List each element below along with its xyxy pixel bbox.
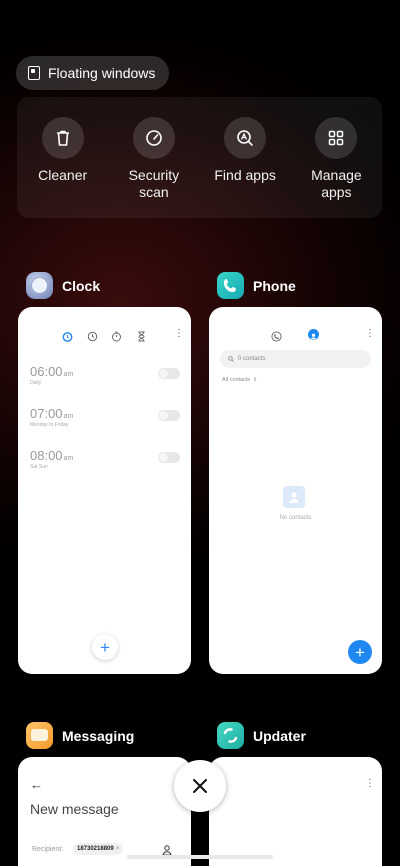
add-contact-button[interactable]: +: [348, 640, 372, 664]
alarm-item[interactable]: 06:00am Daily: [30, 364, 180, 386]
alarm-item[interactable]: 07:00am Monday to Friday: [30, 406, 180, 428]
alarm-toggle[interactable]: [158, 452, 180, 463]
alarm-item[interactable]: 08:00am Sat Sun: [30, 448, 180, 470]
updater-app-icon: [217, 722, 244, 749]
search-icon: [228, 356, 234, 362]
new-message-title: New message: [30, 801, 119, 817]
world-clock-tab-icon[interactable]: [87, 329, 98, 347]
manage-apps-label: Manage apps: [311, 167, 362, 200]
contacts-search-input[interactable]: 0 contacts: [220, 350, 371, 368]
alarm-ampm: am: [63, 413, 74, 420]
search-apps-icon: [224, 117, 267, 159]
empty-contacts-icon: [283, 486, 305, 508]
phone-app-header[interactable]: Phone: [217, 272, 296, 299]
find-apps-label: Find apps: [214, 167, 276, 183]
cleaner-label: Cleaner: [38, 167, 88, 183]
security-scan-button[interactable]: Security scan: [108, 97, 199, 218]
alarm-time: 08:00: [30, 448, 63, 463]
filter-label: All contacts: [222, 377, 251, 383]
phone-app-card[interactable]: ⋮ 0 contacts All contacts ⇕ No contacts …: [209, 307, 382, 674]
clock-app-card[interactable]: ⋮ 06:00am Daily 07:00am Monday to Friday…: [18, 307, 191, 674]
floating-window-icon: [28, 66, 40, 80]
updater-app-card[interactable]: ⋮: [209, 757, 382, 866]
clock-app-name: Clock: [62, 277, 101, 294]
stopwatch-tab-icon[interactable]: [111, 329, 122, 347]
manage-apps-button[interactable]: Manage apps: [291, 97, 382, 218]
gauge-icon: [132, 117, 175, 159]
messaging-app-header[interactable]: Messaging: [26, 722, 134, 749]
alarm-toggle[interactable]: [158, 368, 180, 379]
alarm-time: 06:00: [30, 364, 63, 379]
timer-tab-icon[interactable]: [136, 329, 147, 347]
recipient-number: 18730218809: [77, 846, 114, 852]
add-alarm-button[interactable]: +: [92, 634, 118, 660]
call-log-tab-icon[interactable]: [271, 329, 282, 347]
trash-icon: [41, 117, 84, 159]
alarm-tab-icon[interactable]: [62, 329, 73, 342]
search-placeholder: 0 contacts: [238, 356, 266, 362]
alarm-repeat: Daily: [30, 380, 42, 386]
floating-windows-button[interactable]: Floating windows: [16, 56, 170, 90]
floating-windows-label: Floating windows: [48, 65, 156, 81]
recipient-label: Recipient:: [32, 846, 64, 853]
phone-app-name: Phone: [253, 277, 296, 294]
updater-app-header[interactable]: Updater: [217, 722, 306, 749]
more-options-icon[interactable]: ⋮: [174, 329, 184, 339]
alarm-repeat: Sat Sun: [30, 464, 48, 470]
empty-contacts-text: No contacts: [279, 515, 312, 521]
chevron-down-icon: ⇕: [253, 377, 258, 383]
contacts-tab-icon[interactable]: [308, 329, 319, 340]
back-arrow-icon[interactable]: ←: [30, 777, 43, 792]
alarm-ampm: am: [63, 371, 74, 378]
contacts-filter-dropdown[interactable]: All contacts ⇕: [222, 377, 257, 383]
recipient-chip[interactable]: 18730218809 ×: [73, 843, 124, 855]
quick-tools-panel: Cleaner Security scan Find apps Manage a…: [17, 97, 382, 218]
messaging-app-icon: [26, 722, 53, 749]
more-options-icon[interactable]: ⋮: [365, 779, 375, 789]
alarm-ampm: am: [63, 455, 74, 462]
security-scan-label: Security scan: [128, 167, 180, 200]
updater-app-name: Updater: [253, 727, 306, 744]
alarm-toggle[interactable]: [158, 410, 180, 421]
alarm-repeat: Monday to Friday: [30, 422, 69, 428]
messaging-app-card[interactable]: ← New message Recipient: 18730218809 ×: [18, 757, 191, 866]
home-indicator[interactable]: [127, 855, 273, 859]
clock-app-icon: [26, 272, 53, 299]
phone-app-icon: [217, 272, 244, 299]
remove-recipient-icon[interactable]: ×: [116, 846, 120, 852]
close-icon: [193, 779, 207, 793]
more-options-icon[interactable]: ⋮: [365, 329, 375, 339]
clear-all-button[interactable]: [174, 760, 226, 812]
alarm-time: 07:00: [30, 406, 63, 421]
find-apps-button[interactable]: Find apps: [200, 97, 291, 218]
clock-app-header[interactable]: Clock: [26, 272, 100, 299]
messaging-app-name: Messaging: [62, 727, 135, 744]
cleaner-button[interactable]: Cleaner: [17, 97, 108, 218]
grid-icon: [315, 117, 358, 159]
